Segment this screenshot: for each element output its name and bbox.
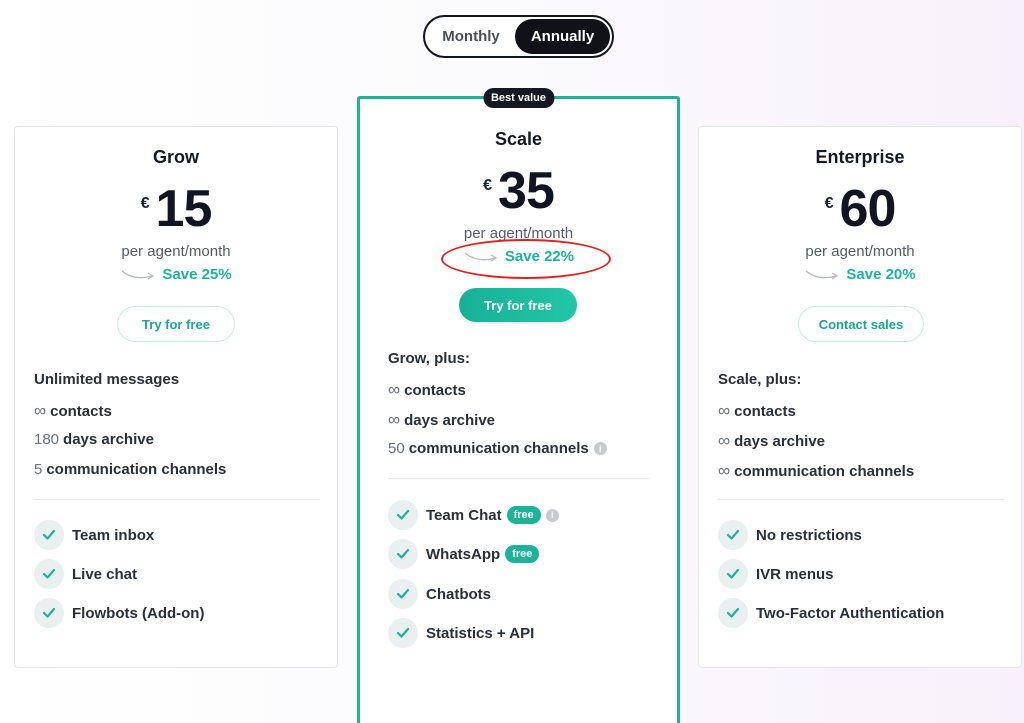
currency-symbol: € xyxy=(824,195,834,212)
include-item: Unlimited messages xyxy=(34,371,180,388)
infinity-icon: ∞ xyxy=(718,461,731,480)
infinity-icon: ∞ xyxy=(718,401,731,420)
currency-symbol: € xyxy=(140,195,150,212)
divider xyxy=(388,478,650,479)
currency-symbol: € xyxy=(483,177,493,194)
price-unit: per agent/month xyxy=(121,243,231,260)
feature-item: Two-Factor Authentication xyxy=(718,598,944,628)
plan-card-scale: Best value Scale € 35 per agent/month Sa… xyxy=(357,88,680,723)
check-icon xyxy=(718,598,748,628)
plan-card-grow: Grow € 15 per agent/month Save 25% Try f… xyxy=(14,126,338,668)
monthly-option[interactable]: Monthly xyxy=(427,19,515,54)
include-item: ∞ days archive xyxy=(388,410,496,429)
price-amount: 15 xyxy=(155,180,213,238)
info-icon[interactable]: i xyxy=(545,508,559,522)
check-icon xyxy=(388,539,418,569)
feature-item: Team inbox xyxy=(34,520,154,550)
price-amount: 60 xyxy=(839,180,897,238)
savings-label: Save 25% xyxy=(15,266,337,283)
feature-item: Team Chat free i xyxy=(388,500,559,530)
plan-name: Scale xyxy=(494,129,543,149)
check-icon xyxy=(34,559,64,589)
check-icon xyxy=(388,500,418,530)
savings-text: Save 20% xyxy=(846,266,916,283)
curved-arrow-icon xyxy=(121,269,155,280)
plan-name: Enterprise xyxy=(815,147,905,167)
divider xyxy=(34,499,320,500)
check-icon xyxy=(388,579,418,609)
include-item: ∞ contacts xyxy=(388,380,466,399)
plan-includes-heading: Scale, plus: xyxy=(718,371,802,388)
feature-item: Statistics + API xyxy=(388,618,534,648)
include-item: ∞ communication channels xyxy=(718,461,915,480)
free-badge: free xyxy=(506,506,541,524)
curved-arrow-icon xyxy=(805,269,839,280)
contact-sales-button[interactable]: Contact sales xyxy=(798,306,924,342)
include-item: 180 days archive xyxy=(34,431,154,448)
include-item: 50 communication channels i xyxy=(388,440,607,457)
feature-item: Chatbots xyxy=(388,579,491,609)
infinity-icon: ∞ xyxy=(34,401,47,420)
try-for-free-button[interactable]: Try for free xyxy=(117,306,235,342)
feature-item: Flowbots (Add-on) xyxy=(34,598,204,628)
include-item: ∞ contacts xyxy=(34,401,112,420)
plan-name: Grow xyxy=(152,147,199,167)
price: € 35 xyxy=(360,165,677,217)
annotation-highlight-oval xyxy=(441,239,611,279)
feature-item: IVR menus xyxy=(718,559,834,589)
include-item: 5 communication channels xyxy=(34,461,227,478)
price-amount: 35 xyxy=(498,162,555,220)
try-for-free-button[interactable]: Try for free xyxy=(459,288,577,322)
price: € 15 xyxy=(15,183,337,235)
infinity-icon: ∞ xyxy=(718,431,731,450)
check-icon xyxy=(34,598,64,628)
info-icon[interactable]: i xyxy=(593,442,607,455)
divider xyxy=(718,499,1004,500)
annually-option[interactable]: Annually xyxy=(515,19,610,54)
feature-item: WhatsApp free xyxy=(388,539,540,569)
feature-item: Live chat xyxy=(34,559,137,589)
billing-toggle[interactable]: Monthly Annually xyxy=(423,15,614,58)
price-unit: per agent/month xyxy=(805,243,915,260)
include-item: ∞ days archive xyxy=(718,431,826,450)
free-badge: free xyxy=(505,545,540,563)
infinity-icon: ∞ xyxy=(388,410,401,429)
check-icon xyxy=(388,618,418,648)
check-icon xyxy=(718,559,748,589)
savings-label: Save 20% xyxy=(699,266,1021,283)
best-value-badge: Best value xyxy=(482,88,555,108)
check-icon xyxy=(718,520,748,550)
feature-item: No restrictions xyxy=(718,520,862,550)
savings-text: Save 25% xyxy=(162,266,232,283)
price: € 60 xyxy=(699,183,1021,235)
infinity-icon: ∞ xyxy=(388,380,401,399)
plan-includes-heading: Grow, plus: xyxy=(388,350,470,367)
plan-card-enterprise: Enterprise € 60 per agent/month Save 20%… xyxy=(698,126,1022,668)
check-icon xyxy=(34,520,64,550)
include-item: ∞ contacts xyxy=(718,401,796,420)
